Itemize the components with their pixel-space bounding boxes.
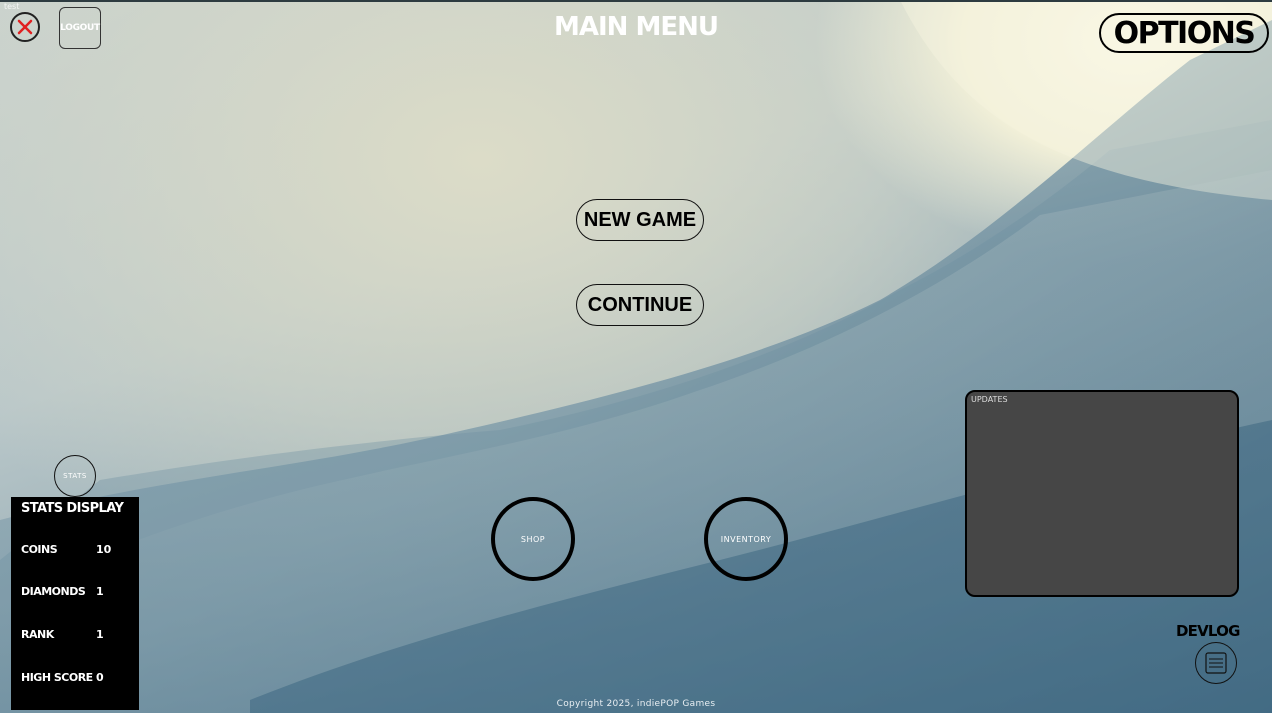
shop-label: SHOP [520,534,546,544]
document-icon [1205,652,1227,674]
page-title: MAIN MENU [554,12,719,42]
options-label: OPTIONS [1113,15,1256,51]
updates-panel[interactable]: UPDATES [965,390,1239,597]
top-strip [0,0,1272,2]
stats-panel: STATS DISPLAY COINS 10 DIAMONDS 1 RANK 1… [11,497,139,710]
stat-high-score-label: HIGH SCORE [21,671,93,684]
new-game-button[interactable]: NEW GAME [576,199,704,241]
stat-rank-value: 1 [96,628,104,641]
shop-button[interactable]: SHOP [491,497,575,581]
copyright-footer: Copyright 2025, indiePOP Games [556,699,716,709]
new-game-label: NEW GAME [583,208,697,231]
background-image [0,0,1272,713]
options-button[interactable]: OPTIONS [1099,13,1269,53]
updates-label: UPDATES [971,395,1008,404]
devlog-button[interactable] [1195,642,1237,684]
stat-diamonds-value: 1 [96,585,104,598]
stat-rank-label: RANK [21,628,54,641]
continue-button[interactable]: CONTINUE [576,284,704,326]
stat-high-score-value: 0 [96,671,104,684]
stat-diamonds-label: DIAMONDS [21,585,86,598]
inventory-button[interactable]: INVENTORY [704,497,788,581]
inventory-label: INVENTORY [720,534,772,544]
stat-coins-label: COINS [21,543,58,556]
continue-label: CONTINUE [587,293,693,316]
corner-label: test [4,2,20,11]
stats-label: STATS [63,472,87,480]
stat-coins-value: 10 [96,543,112,556]
devlog-label: DEVLOG [1176,622,1240,640]
stats-button[interactable]: STATS [54,455,96,497]
stats-title: STATS DISPLAY [21,501,124,516]
